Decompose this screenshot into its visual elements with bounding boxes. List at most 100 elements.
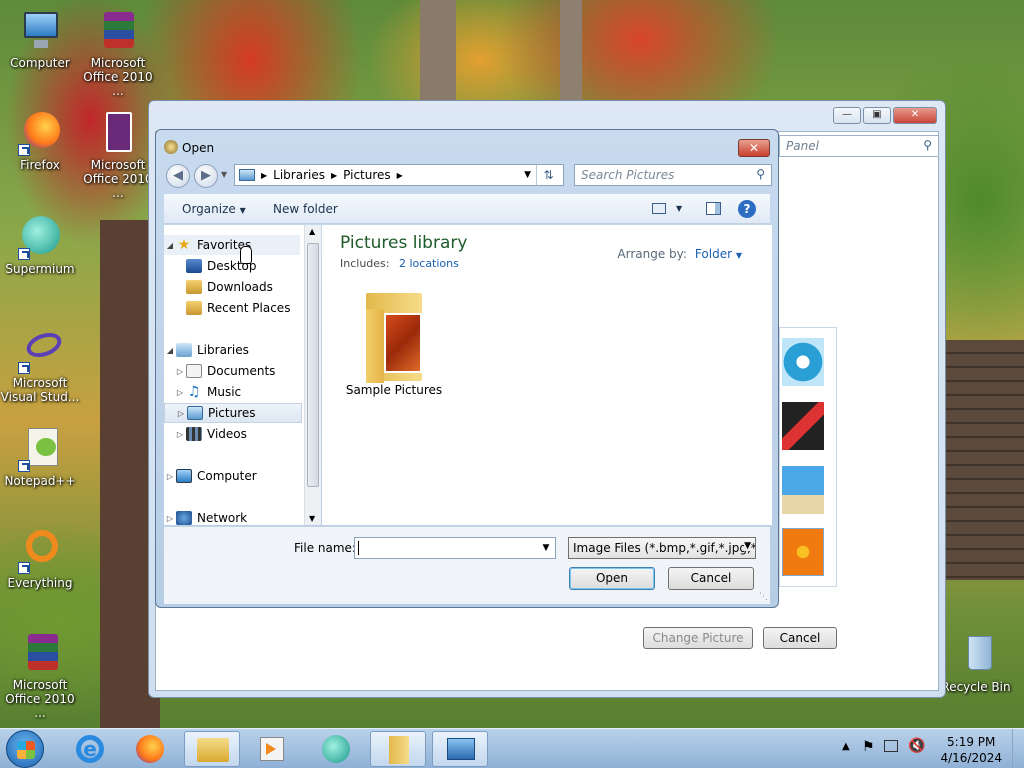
tree-downloads[interactable]: Downloads	[186, 277, 314, 297]
tree-network[interactable]: ▷ Network	[164, 508, 300, 525]
minimize-button[interactable]: —	[833, 107, 861, 124]
expand-arrow-icon: ◢	[166, 345, 174, 355]
address-dropdown-icon[interactable]: ▼	[524, 170, 531, 180]
folder-sample-pictures[interactable]: Sample Pictures	[344, 287, 444, 397]
action-center-flag-icon[interactable]: ⚑	[862, 739, 875, 755]
maximize-button[interactable]: ▣	[863, 107, 891, 124]
collapse-arrow-icon: ▷	[176, 429, 184, 439]
start-button[interactable]	[6, 730, 44, 768]
tree-libraries[interactable]: ◢ Libraries	[164, 340, 300, 360]
library-title: Pictures library	[340, 233, 468, 253]
desktop-icon-office-3[interactable]: Microsoft Office 2010 ...	[0, 632, 80, 720]
preview-pane-icon[interactable]	[706, 202, 721, 215]
tree-pictures[interactable]: ▷ Pictures	[164, 403, 302, 423]
file-name-input[interactable]: ▼	[354, 537, 556, 559]
file-name-dropdown-icon[interactable]: ▼	[539, 538, 553, 558]
change-picture-button[interactable]: Change Picture	[643, 627, 753, 649]
command-toolbar: Organize ▼ New folder ▼ ?	[164, 194, 770, 224]
breadcrumb-pictures[interactable]: Pictures	[343, 168, 391, 182]
desktop-icon-office-1[interactable]: Microsoft Office 2010 ...	[78, 10, 158, 98]
desktop-icon-visual-studio[interactable]: Microsoft Visual Stud...	[0, 328, 80, 404]
search-icon: ⚲	[756, 167, 765, 181]
taskbar-open-dialog[interactable]	[370, 731, 426, 767]
downloads-icon	[186, 280, 202, 294]
resize-grip-icon[interactable]: ⋱	[759, 592, 768, 602]
search-icon: ⚲	[923, 138, 932, 152]
taskbar-media-player[interactable]	[244, 731, 300, 767]
desktop-icon-computer[interactable]: Computer	[0, 10, 80, 70]
taskbar-supermium[interactable]	[308, 731, 364, 767]
file-type-filter-select[interactable]: Image Files (*.bmp,*.gif,*.jpg,*. ▼	[568, 537, 756, 559]
clock-date: 4/16/2024	[940, 751, 1002, 765]
library-locations-link[interactable]: 2 locations	[399, 257, 459, 270]
tree-recent-places[interactable]: Recent Places	[186, 298, 314, 318]
show-hidden-icons-icon[interactable]: ▲	[842, 741, 850, 752]
supermium-icon	[322, 735, 350, 763]
desktop-icon-firefox[interactable]: Firefox	[0, 112, 80, 172]
libraries-icon	[176, 343, 192, 357]
collapse-arrow-icon: ▷	[176, 387, 184, 397]
view-options-icon[interactable]	[652, 203, 666, 214]
network-status-icon[interactable]	[884, 740, 898, 752]
breadcrumb-libraries[interactable]: Libraries	[273, 168, 325, 182]
open-dialog: Open ✕ ◀ ▶ ▼ ▶ Libraries ▶ Pictures ▶ ▼ …	[155, 129, 779, 608]
dialog-footer: File name: ▼ Image Files (*.bmp,*.gif,*.…	[164, 526, 770, 604]
view-chevron-down-icon[interactable]: ▼	[676, 204, 682, 213]
tree-documents[interactable]: ▷ Documents	[174, 361, 310, 381]
thumbnail-orange-flower[interactable]	[782, 528, 824, 576]
taskbar-explorer[interactable]	[184, 731, 240, 767]
forward-button[interactable]: ▶	[194, 164, 218, 188]
organize-menu[interactable]: Organize ▼	[182, 202, 246, 216]
shortcut-arrow-icon	[18, 362, 30, 374]
thumbnail-ferris-wheel[interactable]	[782, 338, 824, 386]
taskbar: e ▲ ⚑ 🔇 5:19 PM 4/16/2024	[0, 728, 1024, 768]
close-button[interactable]: ✕	[893, 107, 937, 124]
desktop-icon-notepadpp[interactable]: Notepad++	[0, 428, 80, 488]
tree-music[interactable]: ▷ ♫ Music	[174, 382, 310, 402]
search-pictures-input[interactable]: Search Pictures ⚲	[574, 164, 772, 186]
control-panel-search-input[interactable]: Panel ⚲	[779, 135, 939, 157]
navigation-pane: ◢ ★ Favorites Desktop Downloads Recent P…	[164, 225, 314, 525]
desktop-icon-recycle-bin[interactable]: Recycle Bin	[936, 634, 1016, 694]
show-desktop-button[interactable]	[1012, 729, 1024, 768]
shortcut-arrow-icon	[18, 562, 30, 574]
internet-explorer-icon: e	[76, 735, 104, 763]
desktop-icon-supermium[interactable]: Supermium	[0, 216, 80, 276]
arrange-by-dropdown[interactable]: Folder ▼	[695, 247, 742, 261]
taskbar-control-panel[interactable]	[432, 731, 488, 767]
notepadpp-icon	[16, 428, 64, 472]
help-icon[interactable]: ?	[738, 200, 756, 218]
network-icon	[176, 511, 192, 525]
folder-icon	[362, 287, 426, 383]
refresh-button[interactable]: ⇅	[536, 165, 560, 185]
tree-videos[interactable]: ▷ Videos	[174, 424, 310, 444]
open-button[interactable]: Open	[569, 567, 655, 590]
scrollbar-thumb[interactable]	[307, 243, 319, 487]
shortcut-arrow-icon	[18, 248, 30, 260]
dialog-close-button[interactable]: ✕	[738, 139, 770, 157]
system-clock[interactable]: 5:19 PM 4/16/2024	[940, 734, 1002, 766]
dialog-title: Open	[182, 141, 215, 155]
back-cancel-button[interactable]: Cancel	[763, 627, 837, 649]
thumbnail-origami-crane[interactable]	[782, 402, 824, 450]
desktop-icon-office-2[interactable]: Microsoft Office 2010 ...	[78, 112, 158, 200]
cancel-button[interactable]: Cancel	[668, 567, 754, 590]
taskbar-firefox[interactable]	[122, 731, 178, 767]
back-button[interactable]: ◀	[166, 164, 190, 188]
picture-thumbnail-strip	[779, 327, 837, 587]
chevron-down-icon: ▼	[744, 541, 751, 551]
tree-favorites[interactable]: ◢ ★ Favorites	[164, 235, 300, 255]
volume-muted-icon[interactable]: 🔇	[908, 738, 925, 754]
thumbnail-sailboat[interactable]	[782, 466, 824, 514]
collapse-arrow-icon: ▷	[166, 471, 174, 481]
collapse-arrow-icon: ▷	[176, 366, 184, 376]
tree-computer[interactable]: ▷ Computer	[164, 466, 300, 486]
taskbar-ie[interactable]: e	[62, 731, 118, 767]
recycle-bin-icon	[952, 634, 1000, 678]
scroll-down-icon: ▼	[309, 514, 316, 523]
new-folder-button[interactable]: New folder	[273, 202, 338, 216]
desktop-icon-everything[interactable]: Everything	[0, 530, 80, 590]
navigation-scrollbar[interactable]: ▲ ▼	[304, 225, 321, 525]
recent-locations-chevron-icon[interactable]: ▼	[221, 170, 227, 179]
address-bar[interactable]: ▶ Libraries ▶ Pictures ▶ ▼	[234, 164, 564, 186]
